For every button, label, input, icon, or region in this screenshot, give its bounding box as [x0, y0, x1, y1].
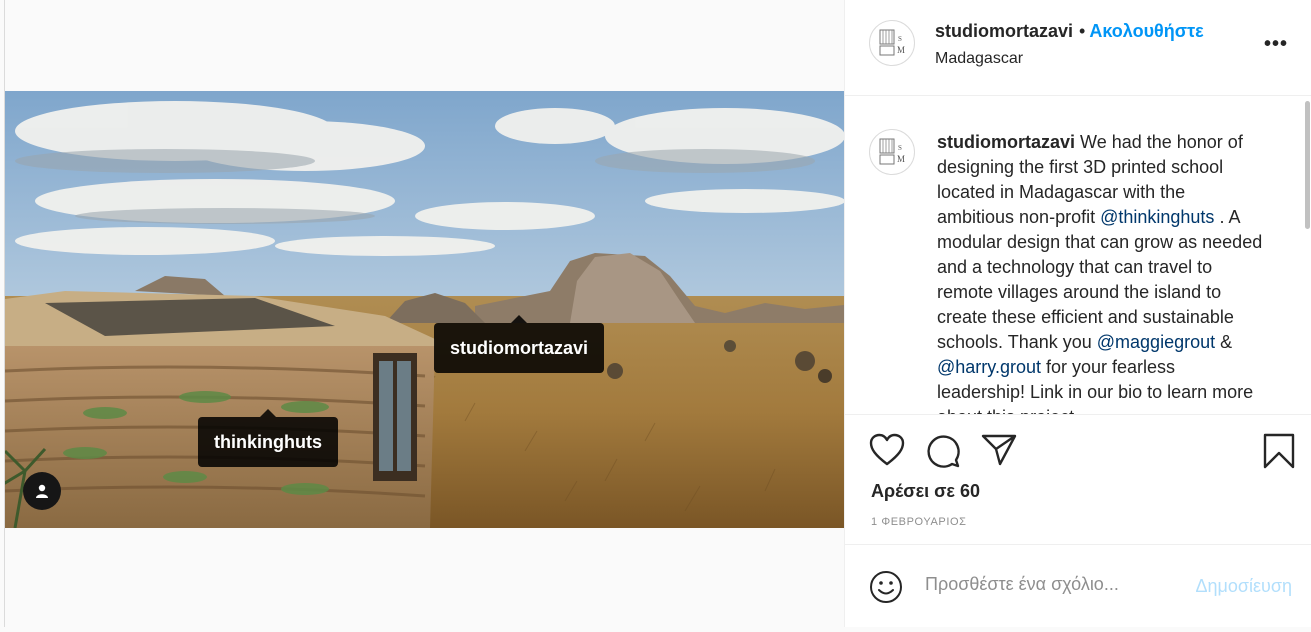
caption-username[interactable]: studiomortazavi [937, 132, 1075, 152]
post-actions: Αρέσει σε 60 1 ΦΕΒΡΟΥΑΡΙΟΣ [845, 415, 1311, 545]
logo-letter-m: M [897, 154, 905, 164]
location-link[interactable]: Madagascar [935, 50, 1023, 68]
bookmark-icon [1263, 433, 1295, 469]
share-button[interactable] [981, 433, 1017, 472]
add-comment-bar: Δημοσίευση [845, 546, 1311, 627]
studio-logo-icon: S M [879, 138, 905, 165]
caption-text-3: & [1215, 332, 1233, 352]
header-user-line: studiomortazavi • Ακολουθήστε [935, 21, 1204, 42]
comment-button[interactable] [925, 433, 961, 474]
comments-scrollbar[interactable] [1305, 101, 1310, 229]
heart-icon [869, 433, 905, 466]
emoji-icon [870, 571, 902, 603]
mention-maggiegrout[interactable]: @maggiegrout [1097, 332, 1215, 352]
studio-logo-icon: S M [879, 29, 905, 56]
post-comment-button[interactable]: Δημοσίευση [1195, 576, 1292, 597]
media-area: studiomortazavi thinkinghuts [5, 0, 844, 627]
tagged-users-button[interactable] [23, 472, 61, 510]
comment-icon [927, 435, 960, 468]
avatar[interactable]: S M [869, 20, 915, 66]
more-options-icon[interactable]: ••• [1264, 34, 1288, 54]
logo-letter-m: M [897, 45, 905, 55]
logo-letter-s: S [898, 144, 902, 152]
post-date[interactable]: 1 ΦΕΒΡΟΥΑΡΙΟΣ [871, 516, 967, 528]
separator-dot: • [1079, 21, 1086, 41]
caption-text-2: . A modular design that can grow as need… [937, 207, 1263, 352]
emoji-button[interactable] [869, 570, 903, 609]
comments-area[interactable]: S M studiomortazavi We had the honor of … [845, 97, 1311, 415]
mention-harrygrout[interactable]: @harry.grout [937, 357, 1041, 377]
photo-illustration [5, 91, 844, 528]
mention-thinkinghuts[interactable]: @thinkinghuts [1100, 207, 1214, 227]
post-header: S M studiomortazavi • Ακολουθήστε Madagasc… [845, 0, 1311, 96]
post-sidebar: S M studiomortazavi • Ακολουθήστε Madagasc… [844, 0, 1311, 627]
post-photo[interactable]: studiomortazavi thinkinghuts [5, 91, 844, 528]
photo-tag-studiomortazavi[interactable]: studiomortazavi [434, 315, 605, 373]
post: studiomortazavi thinkinghuts S M studiom… [4, 0, 1311, 627]
comment-input[interactable] [925, 574, 1175, 595]
post-caption: studiomortazavi We had the honor of desi… [937, 130, 1267, 414]
user-icon [36, 484, 48, 498]
share-icon [981, 434, 1017, 466]
username-link[interactable]: studiomortazavi [935, 21, 1073, 41]
caption-avatar[interactable]: S M [869, 129, 915, 175]
follow-button[interactable]: Ακολουθήστε [1089, 21, 1203, 41]
photo-tag-thinkinghuts[interactable]: thinkinghuts [198, 409, 338, 467]
logo-letter-s: S [898, 35, 902, 43]
like-button[interactable] [869, 433, 905, 472]
likes-count[interactable]: Αρέσει σε 60 [871, 481, 980, 502]
save-button[interactable] [1263, 433, 1295, 474]
